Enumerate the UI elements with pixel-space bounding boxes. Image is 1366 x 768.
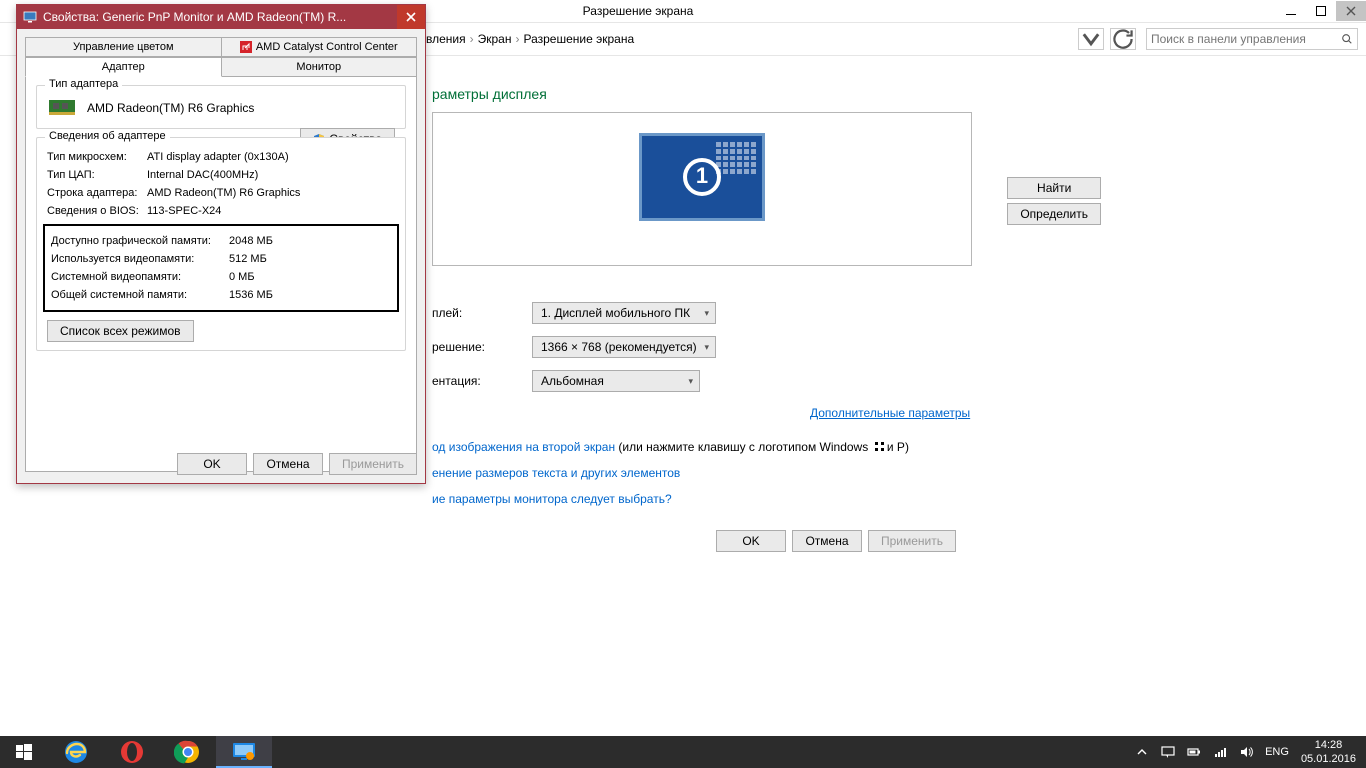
- amd-icon: [240, 41, 252, 53]
- minimize-button[interactable]: [1276, 1, 1306, 21]
- chevron-right-icon: ›: [470, 32, 474, 46]
- wifi-icon[interactable]: [1213, 745, 1227, 759]
- dac-type-value: Internal DAC(400MHz): [147, 166, 395, 184]
- breadcrumb-item[interactable]: Разрешение экрана: [523, 32, 634, 46]
- dlg-apply-button[interactable]: Применить: [329, 453, 417, 475]
- taskbar: ENG 14:28 05.01.2016: [0, 736, 1366, 768]
- graphics-card-icon: [47, 96, 79, 120]
- chevron-down-icon: ▾: [688, 376, 693, 387]
- monitor-preview[interactable]: 1: [639, 133, 765, 221]
- breadcrumb-item[interactable]: Экран: [478, 32, 512, 46]
- cp-ok-button[interactable]: OK: [716, 530, 786, 552]
- display-select[interactable]: 1. Дисплей мобильного ПК ▾: [532, 302, 716, 324]
- dialog-titlebar[interactable]: Свойства: Generic PnP Monitor и AMD Rade…: [17, 5, 425, 29]
- ie-icon: [62, 738, 90, 766]
- tray-time: 14:28: [1301, 738, 1356, 752]
- find-button[interactable]: Найти: [1007, 177, 1101, 199]
- adapter-string-label: Строка адаптера:: [47, 184, 147, 202]
- dlg-cancel-button[interactable]: Отмена: [253, 453, 323, 475]
- chip-type-label: Тип микросхем:: [47, 148, 147, 166]
- cp-search-input[interactable]: [1151, 32, 1341, 46]
- adapter-name: AMD Radeon(TM) R6 Graphics: [87, 101, 254, 115]
- text-size-link[interactable]: енение размеров текста и других элементо…: [432, 466, 680, 480]
- mem-sys-value: 0 МБ: [229, 268, 255, 286]
- dialog-close-button[interactable]: [397, 5, 425, 29]
- display-settings-icon: [230, 738, 258, 766]
- tray-clock[interactable]: 14:28 05.01.2016: [1301, 738, 1356, 766]
- tray-overflow-icon[interactable]: [1135, 745, 1149, 759]
- cp-cancel-button[interactable]: Отмена: [792, 530, 862, 552]
- mem-shared-label: Общей системной памяти:: [51, 286, 229, 304]
- tray-date: 05.01.2016: [1301, 752, 1356, 766]
- dac-type-label: Тип ЦАП:: [47, 166, 147, 184]
- memory-info-highlight: Доступно графической памяти:2048 МБ Испо…: [43, 224, 399, 312]
- windows-logo-icon: [872, 442, 884, 454]
- list-all-modes-button[interactable]: Список всех режимов: [47, 320, 194, 342]
- bios-info-value: 113-SPEC-X24: [147, 202, 395, 220]
- volume-icon[interactable]: [1239, 745, 1253, 759]
- close-button[interactable]: [1336, 1, 1366, 21]
- mem-avail-label: Доступно графической памяти:: [51, 232, 229, 250]
- display-label: плей:: [432, 306, 532, 320]
- battery-icon[interactable]: [1187, 745, 1201, 759]
- system-tray: ENG 14:28 05.01.2016: [1135, 736, 1366, 768]
- address-dropdown-button[interactable]: [1078, 28, 1104, 50]
- project-second-screen-link[interactable]: од изображения на второй экран: [432, 440, 615, 454]
- adapter-info-group-title: Сведения об адаптере: [45, 130, 170, 142]
- taskbar-ie[interactable]: [48, 736, 104, 768]
- adapter-tab-panel: Тип адаптера AMD Radeon(TM) R6 Graphics …: [25, 76, 417, 472]
- chip-type-value: ATI display adapter (0x130A): [147, 148, 300, 166]
- project-link-row: од изображения на второй экран (или нажм…: [432, 440, 909, 454]
- orientation-select-value: Альбомная: [541, 374, 604, 388]
- breadcrumb: вления › Экран › Разрешение экрана: [426, 32, 634, 46]
- maximize-button[interactable]: [1306, 1, 1336, 21]
- detect-button[interactable]: Определить: [1007, 203, 1101, 225]
- chevron-down-icon: ▾: [704, 308, 709, 319]
- monitor-settings-help-link[interactable]: ие параметры монитора следует выбрать?: [432, 492, 672, 506]
- display-select-value: 1. Дисплей мобильного ПК: [541, 306, 690, 320]
- chevron-right-icon: ›: [515, 32, 519, 46]
- tab-catalyst[interactable]: AMD Catalyst Control Center: [222, 37, 418, 57]
- resolution-select-value: 1366 × 768 (рекомендуется): [541, 340, 697, 354]
- mem-sys-label: Системной видеопамяти:: [51, 268, 229, 286]
- resolution-label: решение:: [432, 340, 532, 354]
- mem-used-value: 512 МБ: [229, 250, 267, 268]
- orientation-select[interactable]: Альбомная ▾: [532, 370, 700, 392]
- cp-apply-button[interactable]: Применить: [868, 530, 956, 552]
- orientation-label: ентация:: [432, 374, 532, 388]
- adapter-properties-dialog: Свойства: Generic PnP Monitor и AMD Rade…: [16, 4, 426, 484]
- chrome-icon: [174, 738, 202, 766]
- resolution-select[interactable]: 1366 × 768 (рекомендуется) ▾: [532, 336, 716, 358]
- mem-used-label: Используется видеопамяти:: [51, 250, 229, 268]
- dlg-ok-button[interactable]: OK: [177, 453, 247, 475]
- action-center-icon[interactable]: [1161, 745, 1175, 759]
- dialog-title: Свойства: Generic PnP Monitor и AMD Rade…: [43, 10, 397, 24]
- search-icon: [1341, 33, 1353, 45]
- display-preview-area: 1 Найти Определить: [432, 112, 972, 266]
- tab-adapter[interactable]: Адаптер: [25, 57, 222, 77]
- chevron-down-icon: ▾: [704, 342, 709, 353]
- breadcrumb-item[interactable]: вления: [426, 32, 466, 46]
- taskbar-chrome[interactable]: [160, 736, 216, 768]
- bios-info-label: Сведения о BIOS:: [47, 202, 147, 220]
- monitor-grid-icon: [716, 142, 756, 174]
- tab-color-management[interactable]: Управление цветом: [25, 37, 222, 57]
- tray-language[interactable]: ENG: [1265, 746, 1289, 758]
- adapter-type-group-title: Тип адаптера: [45, 78, 122, 90]
- cp-search-box[interactable]: [1146, 28, 1358, 50]
- advanced-settings-link[interactable]: Дополнительные параметры: [810, 406, 970, 420]
- mem-shared-value: 1536 МБ: [229, 286, 273, 304]
- page-heading: раметры дисплея: [432, 86, 547, 102]
- start-button[interactable]: [0, 736, 48, 768]
- opera-icon: [118, 738, 146, 766]
- taskbar-opera[interactable]: [104, 736, 160, 768]
- tab-monitor[interactable]: Монитор: [222, 57, 418, 77]
- mem-avail-value: 2048 МБ: [229, 232, 273, 250]
- refresh-button[interactable]: [1110, 28, 1136, 50]
- monitor-icon: [23, 10, 37, 24]
- taskbar-control-panel[interactable]: [216, 736, 272, 768]
- adapter-string-value: AMD Radeon(TM) R6 Graphics: [147, 184, 395, 202]
